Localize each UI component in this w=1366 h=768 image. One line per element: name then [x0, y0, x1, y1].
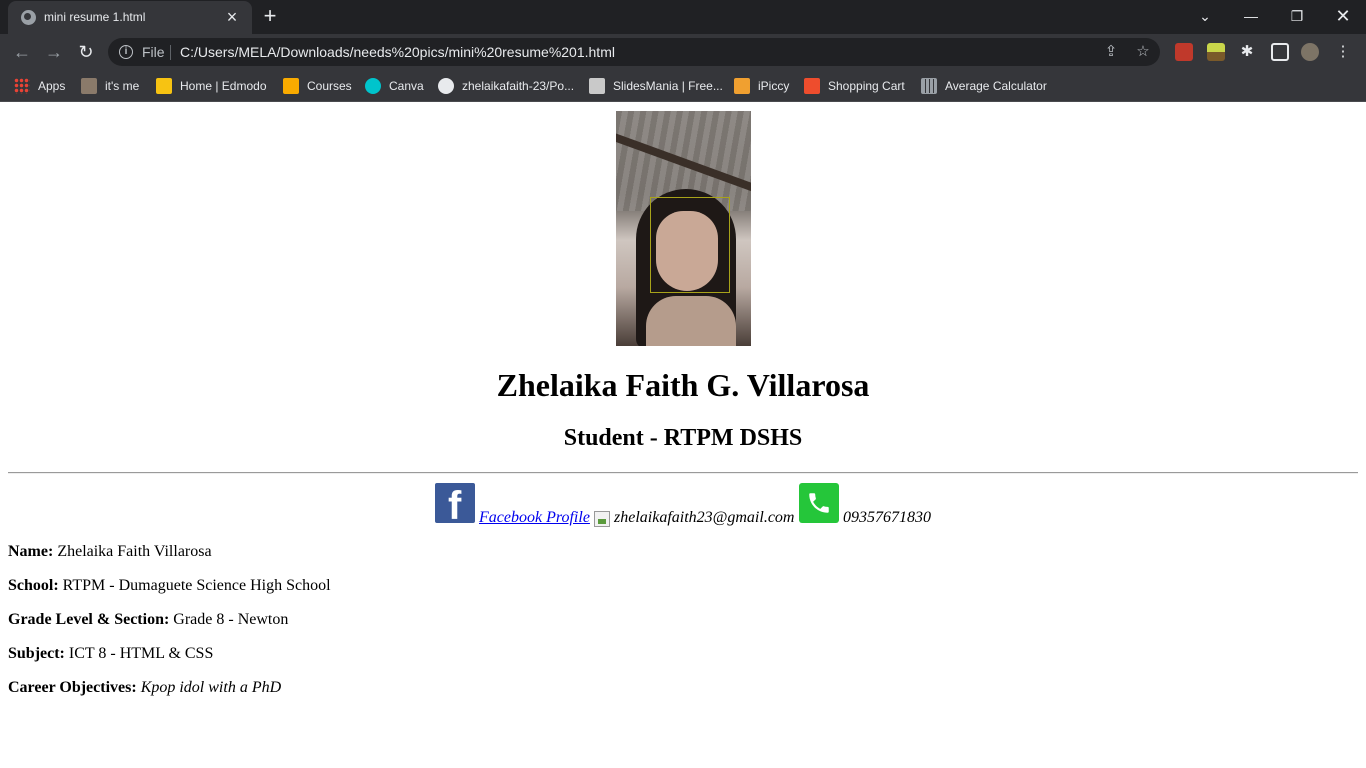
detail-name: Name: Zhelaika Faith Villarosa — [8, 543, 212, 561]
tab-search-icon[interactable]: ⌄ — [1182, 4, 1228, 28]
detail-career-objectives: Career Objectives: Kpop idol with a PhD — [8, 679, 281, 697]
detail-label: Subject: — [8, 645, 65, 662]
bookmark-slidesmania[interactable]: SlidesMania | Free... — [589, 76, 723, 96]
bookmark-label: Shopping Cart — [828, 79, 905, 93]
facebook-icon[interactable] — [435, 483, 475, 528]
close-window-button[interactable]: ✕ — [1320, 4, 1366, 28]
edmodo-favicon — [156, 78, 172, 94]
profile-photo — [616, 111, 751, 346]
page-subtitle: Student - RTPM DSHS — [563, 425, 803, 451]
bookmark-label: it's me — [105, 79, 140, 93]
bookmark-apps[interactable]: Apps — [14, 76, 65, 96]
photo-shoulders — [646, 296, 736, 346]
bookmark-its-me[interactable]: it's me — [81, 76, 139, 96]
photo-favicon — [81, 78, 97, 94]
classroom-favicon — [283, 78, 299, 94]
bookmark-label: Courses — [307, 79, 352, 93]
tab-active[interactable]: mini resume 1.html × — [8, 1, 252, 34]
bookmark-shopping-cart[interactable]: Shopping Cart — [804, 76, 905, 96]
close-tab-icon[interactable]: × — [222, 7, 242, 27]
facebook-profile-link[interactable]: Facebook Profile — [479, 509, 590, 527]
github-favicon — [438, 78, 454, 94]
browser-toolbar: ← → ↻ i File C:/Users/MELA/Downloads/nee… — [0, 34, 1366, 70]
reload-button[interactable]: ↻ — [73, 39, 99, 65]
extensions-puzzle-icon[interactable]: ✱ — [1238, 43, 1256, 61]
globe-icon — [21, 10, 36, 25]
bookmark-label: Canva — [389, 79, 424, 93]
omnibox-divider — [170, 45, 171, 60]
face-detection-frame — [650, 197, 730, 293]
tab-title: mini resume 1.html — [44, 10, 146, 24]
back-button[interactable]: ← — [9, 39, 35, 65]
email-text: zhelaikafaith23@gmail.com — [614, 509, 795, 526]
horizontal-rule — [8, 472, 1358, 474]
resume-page: Zhelaika Faith G. Villarosa Student - RT… — [0, 103, 1366, 768]
email-image-icon — [594, 511, 610, 527]
detail-label: Name: — [8, 543, 54, 560]
detail-label: Grade Level & Section: — [8, 611, 170, 628]
detail-label: Career Objectives: — [8, 679, 137, 696]
detail-value: Kpop idol with a PhD — [140, 679, 282, 696]
detail-value: RTPM - Dumaguete Science High School — [62, 577, 331, 594]
minimize-button[interactable]: — — [1228, 4, 1274, 28]
address-bar[interactable]: i File C:/Users/MELA/Downloads/needs%20p… — [108, 38, 1160, 66]
canva-favicon — [365, 78, 381, 94]
apps-grid-icon — [14, 78, 30, 94]
bookmark-label: Home | Edmodo — [180, 79, 267, 93]
bookmark-ipiccy[interactable]: iPiccy — [734, 76, 789, 96]
bookmark-label: iPiccy — [758, 79, 790, 93]
bookmark-average-calculator[interactable]: Average Calculator — [921, 76, 1047, 96]
new-tab-button[interactable]: + — [258, 5, 282, 29]
tab-strip: mini resume 1.html × + ⌄ — ❐ ✕ — [0, 0, 1366, 34]
page-title: Zhelaika Faith G. Villarosa — [496, 367, 870, 403]
bookmark-label: zhelaikafaith-23/Po... — [462, 79, 575, 93]
info-icon[interactable]: i — [119, 45, 133, 59]
bookmark-label: SlidesMania | Free... — [613, 79, 723, 93]
phone-icon — [799, 483, 839, 523]
share-icon[interactable]: ⇪ — [1102, 43, 1120, 61]
bookmark-courses[interactable]: Courses — [283, 76, 352, 96]
scheme-label: File — [142, 44, 165, 60]
bookmark-edmodo[interactable]: Home | Edmodo — [156, 76, 267, 96]
detail-label: School: — [8, 577, 59, 594]
phone-number: 09357671830 — [843, 509, 931, 526]
bookmark-canva[interactable]: Canva — [365, 76, 424, 96]
extension-cup-icon[interactable] — [1175, 43, 1193, 61]
detail-subject: Subject: ICT 8 - HTML & CSS — [8, 645, 213, 663]
detail-value: Zhelaika Faith Villarosa — [57, 543, 212, 560]
calculator-favicon — [921, 78, 937, 94]
forward-button[interactable]: → — [41, 39, 67, 65]
detail-value: ICT 8 - HTML & CSS — [68, 645, 214, 662]
detail-grade-section: Grade Level & Section: Grade 8 - Newton — [8, 611, 288, 629]
bookmark-label: Average Calculator — [945, 79, 1047, 93]
shopee-favicon — [804, 78, 820, 94]
restore-button[interactable]: ❐ — [1274, 4, 1320, 28]
profile-avatar[interactable] — [1301, 43, 1319, 61]
slidesmania-favicon — [589, 78, 605, 94]
url-text[interactable]: C:/Users/MELA/Downloads/needs%20pics/min… — [180, 44, 615, 60]
detail-school: School: RTPM - Dumaguete Science High Sc… — [8, 577, 331, 595]
bookmark-label: Apps — [38, 79, 66, 93]
bookmarks-bar: Apps it's me Home | Edmodo Courses Canva… — [0, 70, 1366, 102]
bookmark-star-icon[interactable]: ☆ — [1134, 43, 1152, 61]
ipiccy-favicon — [734, 78, 750, 94]
bookmark-github[interactable]: zhelaikafaith-23/Po... — [438, 76, 574, 96]
detail-value: Grade 8 - Newton — [173, 611, 289, 628]
menu-kebab-icon[interactable]: ⋮ — [1334, 43, 1352, 61]
extension-image-icon[interactable] — [1207, 43, 1225, 61]
side-panel-icon[interactable] — [1271, 43, 1289, 61]
